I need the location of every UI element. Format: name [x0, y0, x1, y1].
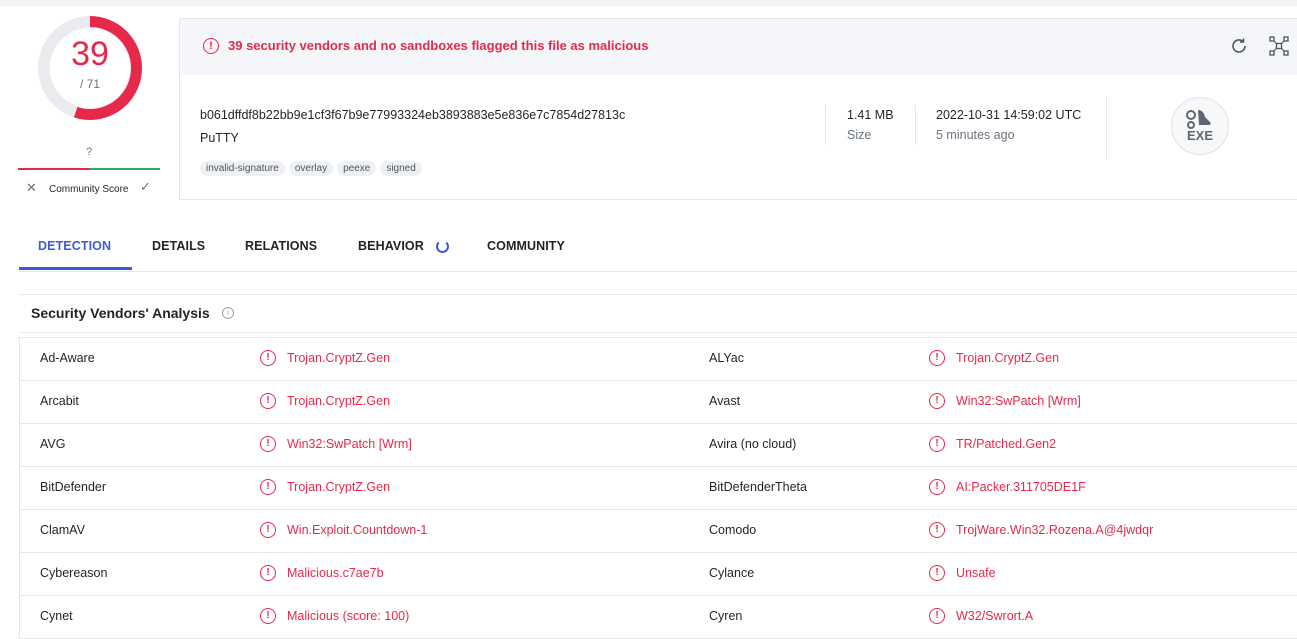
detection-result[interactable]: Malicious.c7ae7b: [287, 566, 384, 580]
file-tag[interactable]: signed: [380, 161, 422, 176]
table-row: Arcabit! Trojan.CryptZ.Gen Avast! Win32:SwP…: [20, 381, 1297, 424]
detection-banner: ! 39 security vendors and no sandboxes f…: [180, 19, 1297, 75]
divider: [915, 105, 916, 145]
alert-icon: !: [203, 38, 219, 54]
alert-icon: !: [260, 436, 276, 452]
vendor-name: Comodo: [709, 523, 757, 537]
vendor-name: Cyren: [709, 609, 743, 623]
detection-result[interactable]: Trojan.CryptZ.Gen: [287, 480, 390, 494]
alert-icon: !: [929, 608, 945, 624]
vendor-name: ALYac: [709, 351, 744, 365]
reanalyze-icon[interactable]: [1228, 35, 1250, 57]
detection-result[interactable]: Malicious (score: 100): [287, 609, 409, 623]
exe-file-type-icon: EXE: [1171, 97, 1229, 155]
tab-detection[interactable]: DETECTION: [38, 239, 111, 253]
detection-banner-text: 39 security vendors and no sandboxes fla…: [228, 38, 649, 53]
tab-behavior[interactable]: BEHAVIOR: [358, 239, 424, 253]
vote-harmless-icon[interactable]: ✓: [140, 179, 151, 195]
vendors-analysis-header: Security Vendors' Analysis i: [19, 294, 1297, 333]
alert-icon: !: [929, 522, 945, 538]
section-title: Security Vendors' Analysis: [31, 305, 210, 321]
active-tab-indicator: [19, 267, 132, 270]
vote-malicious-icon[interactable]: ✕: [26, 180, 37, 196]
alert-icon: !: [260, 393, 276, 409]
file-size-label: Size: [847, 128, 872, 142]
alert-icon: !: [929, 565, 945, 581]
file-tags: invalid-signature overlay peexe signed: [200, 158, 426, 176]
vendor-name: Cylance: [709, 566, 755, 580]
alert-icon: !: [260, 608, 276, 624]
detection-result[interactable]: Trojan.CryptZ.Gen: [287, 351, 390, 365]
engine-total: / 71: [79, 77, 100, 91]
divider: [825, 105, 826, 145]
detection-result[interactable]: Trojan.CryptZ.Gen: [956, 351, 1059, 365]
detection-result[interactable]: Trojan.CryptZ.Gen: [287, 394, 390, 408]
table-row: ClamAV! Win.Exploit.Countdown-1 Comodo! Tro…: [20, 510, 1297, 553]
vendor-name: Avira (no cloud): [709, 437, 797, 451]
detection-result[interactable]: Win32:SwPatch [Wrm]: [956, 394, 1081, 408]
alert-icon: !: [929, 393, 945, 409]
detection-result[interactable]: AI:Packer.311705DE1F: [956, 480, 1086, 494]
table-row: Cynet! Malicious (score: 100) Cyren! W32/Sw…: [20, 596, 1297, 639]
file-size-value: 1.41 MB: [847, 108, 894, 122]
vendor-name: Cynet: [40, 609, 73, 623]
file-tag[interactable]: peexe: [337, 161, 377, 176]
file-tag[interactable]: overlay: [288, 161, 334, 176]
community-score-value: ?: [85, 146, 93, 158]
vendor-name: Arcabit: [40, 394, 79, 408]
loading-spinner-icon: [436, 240, 449, 253]
tab-community[interactable]: COMMUNITY: [487, 239, 565, 253]
info-icon[interactable]: i: [222, 307, 234, 319]
alert-icon: !: [260, 565, 276, 581]
vendor-name: Cybereason: [40, 566, 108, 580]
community-score-label: Community Score: [49, 184, 129, 195]
table-row: AVG! Win32:SwPatch [Wrm] Avira (no cloud)!…: [20, 424, 1297, 467]
file-type-label: EXE: [1186, 128, 1213, 143]
alert-icon: !: [929, 436, 945, 452]
vendors-table: Ad-Aware! Trojan.CryptZ.Gen ALYac! Trojan.C…: [19, 337, 1297, 639]
community-score-bar-harmless: [89, 168, 160, 170]
report-tabs: DETECTION DETAILS RELATIONS BEHAVIOR COM…: [19, 229, 1297, 272]
vendor-name: BitDefender: [40, 480, 107, 494]
file-name: PuTTY: [200, 131, 239, 145]
vendor-name: BitDefenderTheta: [709, 480, 807, 494]
detection-result[interactable]: Unsafe: [956, 566, 996, 580]
table-row: BitDefender! Trojan.CryptZ.Gen BitDefender…: [20, 467, 1297, 510]
analysis-date-relative: 5 minutes ago: [936, 128, 1015, 142]
top-strip: [0, 0, 1297, 6]
alert-icon: !: [929, 350, 945, 366]
community-score-row: ✕ Community Score ✓: [18, 179, 160, 199]
graph-icon[interactable]: [1268, 35, 1290, 57]
detection-count: 39: [71, 35, 109, 73]
vendor-name: AVG: [40, 437, 66, 451]
file-summary-card: ! 39 security vendors and no sandboxes f…: [179, 18, 1297, 200]
detection-result[interactable]: Win32:SwPatch [Wrm]: [287, 437, 412, 451]
analysis-date-value: 2022-10-31 14:59:02 UTC: [936, 108, 1082, 122]
file-tag[interactable]: invalid-signature: [200, 161, 285, 176]
alert-icon: !: [260, 350, 276, 366]
detection-result[interactable]: W32/Swrort.A: [956, 609, 1033, 623]
detection-result[interactable]: Win.Exploit.Countdown-1: [287, 523, 427, 537]
vendor-name: Avast: [709, 394, 741, 408]
alert-icon: !: [260, 479, 276, 495]
file-hash[interactable]: b061dffdf8b22bb9e1cf3f67b9e77993324eb389…: [200, 108, 625, 122]
detection-result[interactable]: TrojWare.Win32.Rozena.A@4jwdqr: [956, 523, 1153, 537]
tab-details[interactable]: DETAILS: [152, 239, 205, 253]
community-score-bar: [18, 168, 160, 170]
detection-result[interactable]: TR/Patched.Gen2: [956, 437, 1056, 451]
detection-score-widget: 39 / 71 ? ✕ Community Score ✓: [18, 16, 160, 202]
detection-gauge: 39 / 71: [38, 16, 142, 120]
divider: [1106, 97, 1107, 159]
alert-icon: !: [260, 522, 276, 538]
vendor-name: ClamAV: [40, 523, 85, 537]
vendor-name: Ad-Aware: [40, 351, 95, 365]
alert-icon: !: [929, 479, 945, 495]
table-row: Ad-Aware! Trojan.CryptZ.Gen ALYac! Trojan.C…: [20, 338, 1297, 381]
table-row: Cybereason! Malicious.c7ae7b Cylance! Unsaf…: [20, 553, 1297, 596]
tab-relations[interactable]: RELATIONS: [245, 239, 317, 253]
